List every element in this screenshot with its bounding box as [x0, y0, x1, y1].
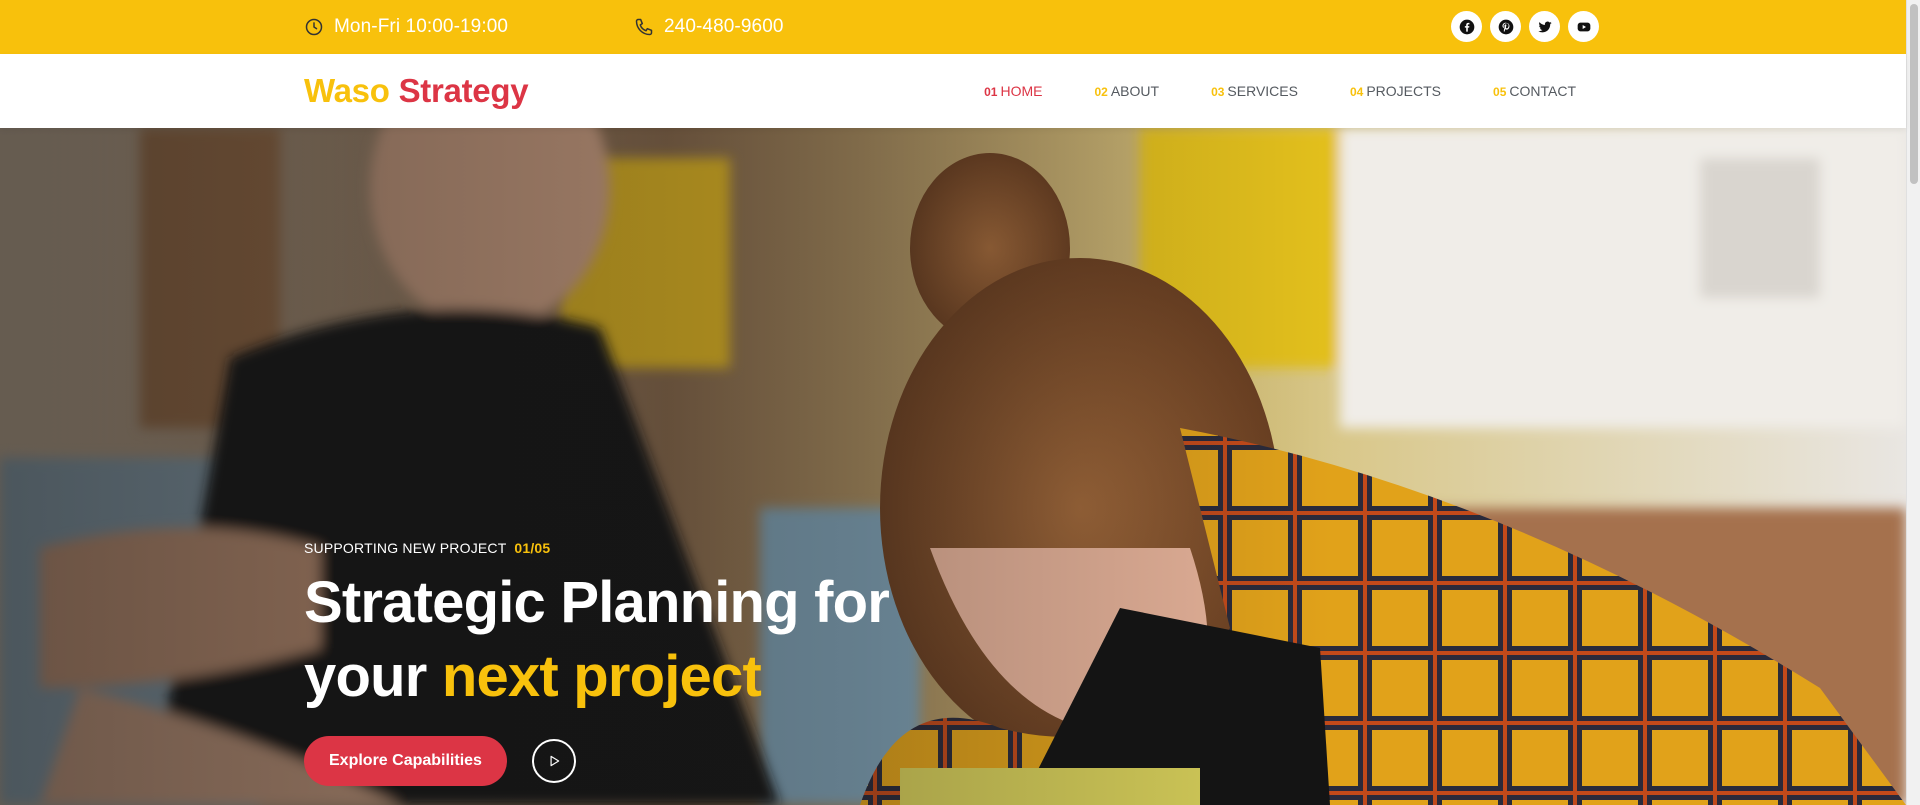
brand-name-part1: Waso: [304, 72, 390, 109]
clock-icon: [305, 18, 323, 36]
phone-number[interactable]: 240-480-9600: [664, 16, 784, 38]
top-bar: Mon-Fri 10:00-19:00 240-480-9600: [0, 0, 1906, 54]
site-header: Waso Strategy 01 HOME 02 ABOUT 03 SERVIC…: [0, 54, 1906, 128]
business-hours-text: Mon-Fri 10:00-19:00: [334, 16, 509, 37]
phone-icon: [635, 18, 653, 36]
main-nav: 01 HOME 02 ABOUT 03 SERVICES 04 PROJECTS…: [984, 54, 1576, 128]
scrollbar-thumb[interactable]: [1910, 4, 1918, 184]
twitter-icon: [1537, 21, 1552, 32]
hero-actions: Explore Capabilities: [304, 736, 576, 786]
nav-item-number: 02: [1094, 85, 1108, 99]
nav-item-services[interactable]: 03 SERVICES: [1211, 83, 1298, 99]
hero-content: SUPPORTING NEW PROJECT 01/05 Strategic P…: [304, 540, 890, 714]
nav-item-number: 01: [984, 85, 998, 99]
nav-item-label: CONTACT: [1509, 83, 1576, 99]
hero-headline-line1: Strategic Planning for: [304, 570, 890, 635]
facebook-icon: [1459, 19, 1474, 34]
nav-item-projects[interactable]: 04 PROJECTS: [1350, 83, 1441, 99]
nav-item-about[interactable]: 02 ABOUT: [1094, 83, 1159, 99]
youtube-link[interactable]: [1568, 11, 1599, 42]
facebook-link[interactable]: [1451, 11, 1482, 42]
brand-name-part2: Strategy: [398, 72, 529, 109]
page-scrollbar[interactable]: [1906, 0, 1920, 805]
hero-eyebrow-text: SUPPORTING NEW PROJECT: [304, 540, 507, 556]
nav-item-label: ABOUT: [1110, 83, 1160, 99]
hero-slider: [0, 128, 1906, 805]
pinterest-link[interactable]: [1490, 11, 1521, 42]
phone-contact[interactable]: 240-480-9600: [634, 0, 784, 54]
nav-item-label: PROJECTS: [1366, 83, 1442, 99]
page: Mon-Fri 10:00-19:00 240-480-9600 Waso St…: [0, 0, 1920, 805]
hero-headline: Strategic Planning for your next project: [304, 566, 890, 714]
nav-item-label: SERVICES: [1227, 83, 1298, 99]
hero-headline-highlight: next project: [441, 644, 762, 709]
twitter-link[interactable]: [1529, 11, 1560, 42]
nav-item-home[interactable]: 01 HOME: [984, 83, 1042, 99]
nav-item-number: 05: [1493, 85, 1507, 99]
nav-item-number: 04: [1349, 85, 1364, 99]
nav-item-number: 03: [1211, 85, 1225, 99]
brand-logo[interactable]: Waso Strategy: [304, 54, 529, 128]
nav-item-contact[interactable]: 05 CONTACT: [1493, 83, 1576, 99]
play-icon: [550, 755, 560, 767]
hero-overlay: [0, 128, 1906, 805]
hero-eyebrow: SUPPORTING NEW PROJECT 01/05: [304, 540, 889, 556]
youtube-icon: [1577, 22, 1590, 31]
pinterest-icon: [1498, 19, 1513, 34]
hero-headline-line2-prefix: your: [304, 644, 427, 709]
business-hours: Mon-Fri 10:00-19:00: [304, 0, 508, 54]
social-links: [1451, 11, 1599, 42]
nav-item-label: HOME: [1000, 83, 1043, 99]
slide-counter: 01/05: [514, 540, 551, 556]
play-video-button[interactable]: [531, 739, 576, 783]
explore-capabilities-button[interactable]: Explore Capabilities: [304, 736, 507, 786]
